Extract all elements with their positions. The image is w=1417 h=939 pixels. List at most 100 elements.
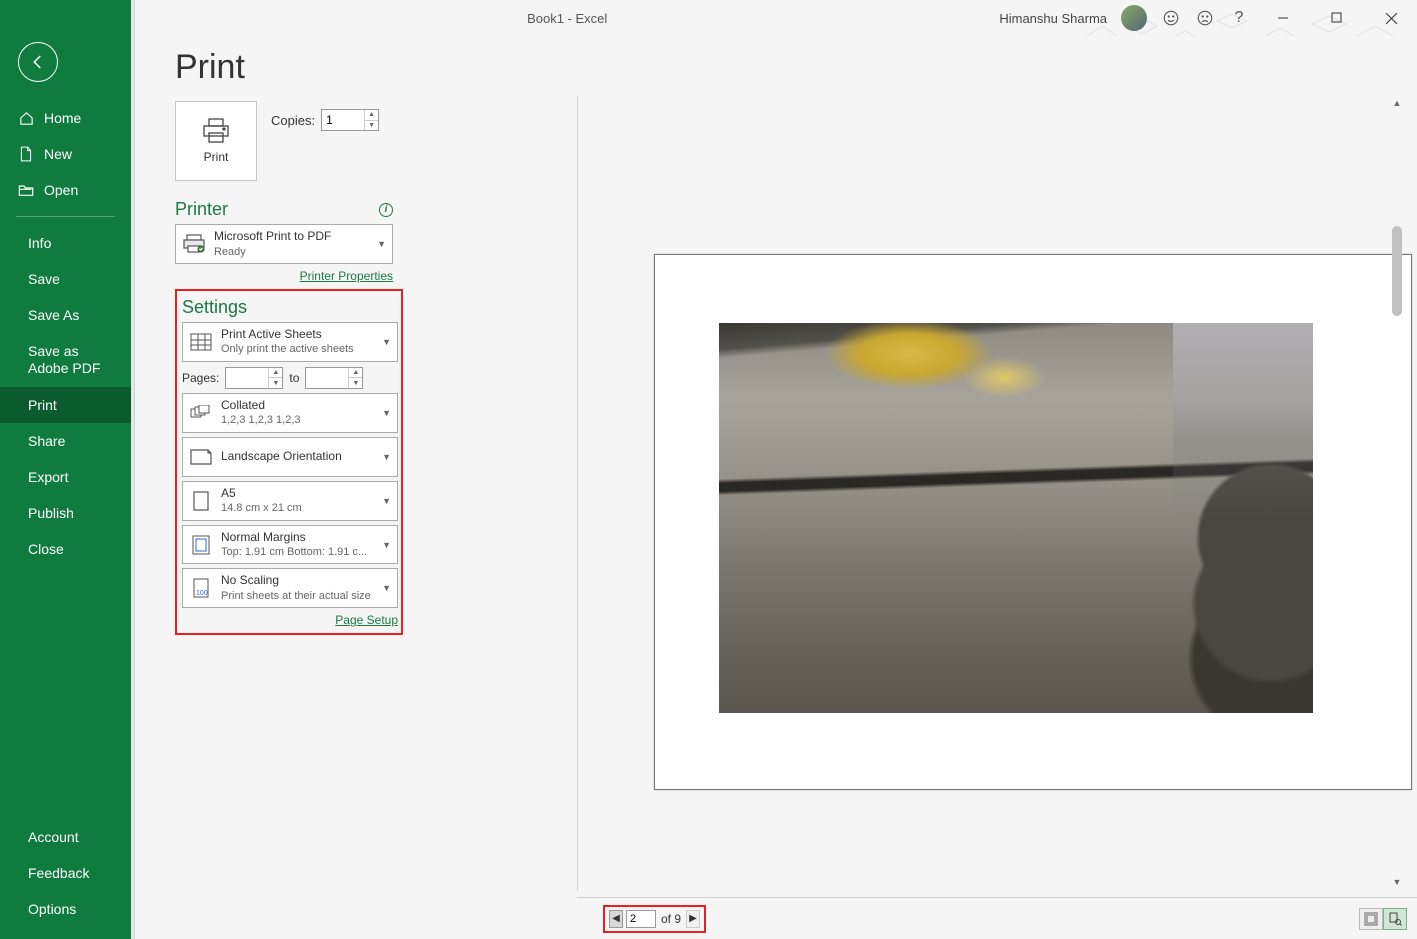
window-title: Book1 - Excel bbox=[135, 11, 999, 26]
show-margins-button[interactable] bbox=[1359, 908, 1383, 930]
nav-label: Home bbox=[44, 110, 81, 126]
zoom-to-page-button[interactable] bbox=[1383, 908, 1407, 930]
next-page-button[interactable]: ▶ bbox=[686, 910, 700, 928]
print-preview: ▲ ▼ bbox=[577, 96, 1405, 891]
current-page-input[interactable] bbox=[626, 910, 656, 928]
dd-title: No Scaling bbox=[221, 573, 374, 589]
print-what-select[interactable]: Print Active SheetsOnly print the active… bbox=[182, 322, 398, 362]
pages-from-spinner[interactable]: ▲▼ bbox=[225, 367, 283, 389]
chevron-down-icon: ▼ bbox=[382, 337, 391, 347]
settings-header: Settings bbox=[182, 297, 247, 318]
copies-label: Copies: bbox=[271, 113, 315, 128]
nav-save-adobe-pdf[interactable]: Save as Adobe PDF bbox=[0, 333, 131, 387]
user-name: Himanshu Sharma bbox=[999, 11, 1107, 26]
frown-icon[interactable] bbox=[1195, 8, 1215, 28]
nav-label: Open bbox=[44, 182, 78, 198]
spinner-down[interactable]: ▼ bbox=[269, 378, 282, 388]
copies-input[interactable] bbox=[322, 110, 364, 130]
nav-options[interactable]: Options bbox=[0, 891, 131, 927]
spinner-up[interactable]: ▲ bbox=[349, 368, 362, 379]
nav-label: Save as Adobe PDF bbox=[28, 343, 113, 377]
preview-content-image bbox=[719, 323, 1313, 713]
pages-to-spinner[interactable]: ▲▼ bbox=[305, 367, 363, 389]
orientation-select[interactable]: Landscape Orientation ▼ bbox=[182, 437, 398, 477]
home-icon bbox=[18, 110, 34, 126]
nav-save-as[interactable]: Save As bbox=[0, 297, 131, 333]
smile-icon[interactable] bbox=[1161, 8, 1181, 28]
chevron-down-icon: ▼ bbox=[377, 239, 386, 249]
printer-icon bbox=[201, 118, 231, 144]
pages-to-label: to bbox=[289, 371, 299, 385]
nav-info[interactable]: Info bbox=[0, 225, 131, 261]
folder-open-icon bbox=[18, 182, 34, 198]
dd-sub: 14.8 cm x 21 cm bbox=[221, 501, 374, 515]
prev-page-button[interactable]: ◀ bbox=[609, 910, 623, 928]
avatar[interactable] bbox=[1121, 5, 1147, 31]
preview-footer: ◀ of 9 ▶ bbox=[577, 897, 1417, 939]
help-icon[interactable]: ? bbox=[1229, 8, 1249, 28]
nav-label: Publish bbox=[28, 505, 74, 521]
spinner-up[interactable]: ▲ bbox=[269, 368, 282, 379]
separator bbox=[16, 216, 115, 217]
nav-share[interactable]: Share bbox=[0, 423, 131, 459]
page-setup-link[interactable]: Page Setup bbox=[335, 613, 398, 627]
nav-label: Options bbox=[28, 901, 76, 917]
dd-title: A5 bbox=[221, 486, 374, 502]
scroll-up-icon[interactable]: ▲ bbox=[1391, 98, 1403, 110]
info-icon[interactable]: i bbox=[379, 203, 393, 217]
landscape-icon bbox=[189, 445, 213, 469]
nav-label: Save bbox=[28, 271, 60, 287]
page-total: of 9 bbox=[659, 912, 683, 926]
scroll-thumb[interactable] bbox=[1392, 226, 1402, 316]
print-button[interactable]: Print bbox=[175, 101, 257, 181]
chevron-down-icon: ▼ bbox=[382, 540, 391, 550]
print-backstage: Print Print Copies: ▲▼ Printer i Microso… bbox=[135, 36, 1417, 939]
nav-close[interactable]: Close bbox=[0, 531, 131, 567]
nav-home[interactable]: Home bbox=[0, 100, 131, 136]
chevron-down-icon: ▼ bbox=[382, 452, 391, 462]
dd-title: Landscape Orientation bbox=[221, 449, 374, 465]
copies-spinner[interactable]: ▲▼ bbox=[321, 109, 379, 131]
printer-device-icon bbox=[182, 232, 206, 256]
pages-to-input[interactable] bbox=[306, 368, 348, 388]
spinner-down[interactable]: ▼ bbox=[365, 121, 378, 131]
nav-label: Feedback bbox=[28, 865, 89, 881]
nav-new[interactable]: New bbox=[0, 136, 131, 172]
nav-print[interactable]: Print bbox=[0, 387, 131, 423]
scaling-select[interactable]: 100 No ScalingPrint sheets at their actu… bbox=[182, 568, 398, 608]
minimize-button[interactable] bbox=[1263, 4, 1303, 32]
chevron-down-icon: ▼ bbox=[382, 583, 391, 593]
sheets-icon bbox=[189, 330, 213, 354]
paper-size-select[interactable]: A514.8 cm x 21 cm ▼ bbox=[182, 481, 398, 521]
nav-open[interactable]: Open bbox=[0, 172, 131, 208]
nav-feedback[interactable]: Feedback bbox=[0, 855, 131, 891]
nav-export[interactable]: Export bbox=[0, 459, 131, 495]
scaling-icon: 100 bbox=[189, 576, 213, 600]
nav-save[interactable]: Save bbox=[0, 261, 131, 297]
printer-select[interactable]: Microsoft Print to PDFReady ▼ bbox=[175, 224, 393, 264]
dd-title: Collated bbox=[221, 398, 374, 414]
print-button-label: Print bbox=[204, 150, 229, 164]
pages-from-input[interactable] bbox=[226, 368, 268, 388]
spinner-up[interactable]: ▲ bbox=[365, 110, 378, 121]
collate-select[interactable]: Collated1,2,3 1,2,3 1,2,3 ▼ bbox=[182, 393, 398, 433]
maximize-button[interactable] bbox=[1317, 4, 1357, 32]
dd-sub: 1,2,3 1,2,3 1,2,3 bbox=[221, 413, 374, 427]
spinner-down[interactable]: ▼ bbox=[349, 378, 362, 388]
close-button[interactable] bbox=[1371, 4, 1411, 32]
vertical-scrollbar[interactable]: ▲ ▼ bbox=[1389, 96, 1405, 891]
page-title: Print bbox=[175, 48, 1417, 87]
printer-properties-link[interactable]: Printer Properties bbox=[300, 269, 393, 283]
margins-select[interactable]: Normal MarginsTop: 1.91 cm Bottom: 1.91 … bbox=[182, 525, 398, 565]
dd-sub: Top: 1.91 cm Bottom: 1.91 c... bbox=[221, 545, 374, 559]
nav-label: New bbox=[44, 146, 72, 162]
page-icon bbox=[189, 489, 213, 513]
printer-name: Microsoft Print to PDF bbox=[214, 229, 369, 245]
dd-title: Normal Margins bbox=[221, 530, 374, 546]
nav-publish[interactable]: Publish bbox=[0, 495, 131, 531]
collate-icon bbox=[189, 401, 213, 425]
back-button[interactable] bbox=[18, 42, 58, 82]
nav-account[interactable]: Account bbox=[0, 819, 131, 855]
scroll-down-icon[interactable]: ▼ bbox=[1391, 877, 1403, 889]
nav-label: Share bbox=[28, 433, 65, 449]
